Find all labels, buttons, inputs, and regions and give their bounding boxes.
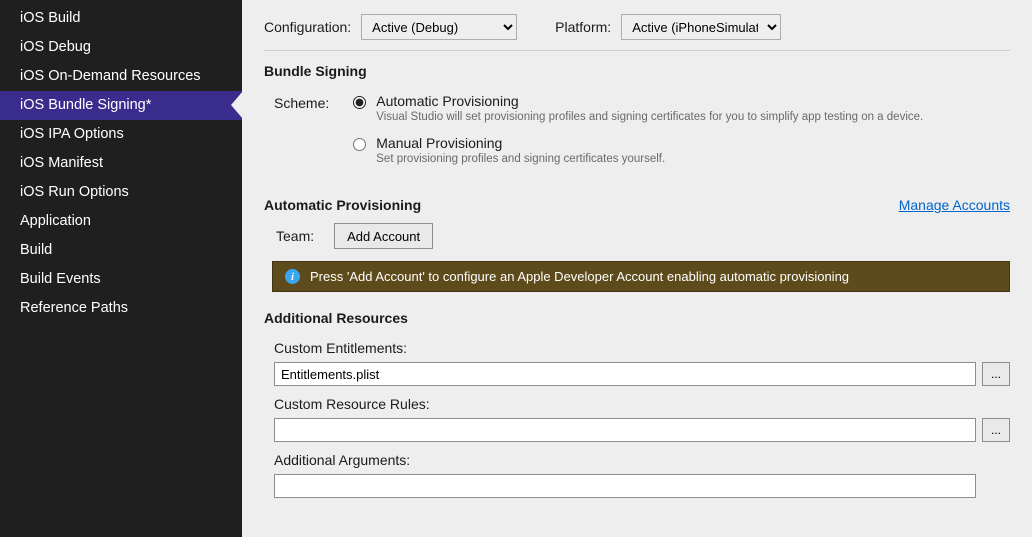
sidebar-item-ios-manifest[interactable]: iOS Manifest xyxy=(0,149,242,178)
sidebar-item-label: iOS IPA Options xyxy=(20,126,124,142)
scheme-manual-title: Manual Provisioning xyxy=(376,135,665,151)
sidebar-item-label: Reference Paths xyxy=(20,300,128,316)
team-label: Team: xyxy=(276,228,314,244)
sidebar-item-label: iOS Build xyxy=(20,10,80,26)
sidebar-item-build[interactable]: Build xyxy=(0,236,242,265)
sidebar-item-label: iOS Bundle Signing* xyxy=(20,97,151,113)
custom-entitlements-input[interactable] xyxy=(274,362,976,386)
automatic-provisioning-title: Automatic Provisioning xyxy=(264,197,421,213)
bundle-signing-title: Bundle Signing xyxy=(264,63,1010,79)
sidebar-item-ios-run[interactable]: iOS Run Options xyxy=(0,178,242,207)
sidebar-item-label: iOS On-Demand Resources xyxy=(20,68,201,84)
config-platform-row: Configuration: Active (Debug) Platform: … xyxy=(264,14,1010,40)
sidebar-item-application[interactable]: Application xyxy=(0,207,242,236)
custom-resource-rules-label: Custom Resource Rules: xyxy=(274,396,1010,412)
sidebar-item-ios-ondemand[interactable]: iOS On-Demand Resources xyxy=(0,62,242,91)
scheme-automatic-title: Automatic Provisioning xyxy=(376,93,923,109)
platform-label: Platform: xyxy=(555,19,611,35)
platform-select[interactable]: Active (iPhoneSimulator) xyxy=(621,14,781,40)
sidebar-item-label: Build xyxy=(20,242,52,258)
scheme-block: Scheme: Automatic Provisioning Visual St… xyxy=(274,93,1010,177)
info-bar: i Press 'Add Account' to configure an Ap… xyxy=(272,261,1010,292)
sidebar-item-label: iOS Run Options xyxy=(20,184,129,200)
additional-resources-title: Additional Resources xyxy=(264,310,1010,326)
sidebar-item-label: iOS Debug xyxy=(20,39,91,55)
team-row: Team: Add Account xyxy=(276,223,1010,249)
sidebar-item-ios-bundle-signing[interactable]: iOS Bundle Signing* xyxy=(0,91,242,120)
custom-resource-rules-input[interactable] xyxy=(274,418,976,442)
info-icon: i xyxy=(285,269,300,284)
configuration-select[interactable]: Active (Debug) xyxy=(361,14,517,40)
divider xyxy=(264,50,1010,51)
scheme-radio-manual[interactable] xyxy=(353,138,366,151)
scheme-option-automatic[interactable]: Automatic Provisioning Visual Studio wil… xyxy=(353,93,1010,123)
scheme-label: Scheme: xyxy=(274,93,329,177)
scheme-automatic-desc: Visual Studio will set provisioning prof… xyxy=(376,111,923,123)
sidebar-item-ios-build[interactable]: iOS Build xyxy=(0,4,242,33)
custom-entitlements-label: Custom Entitlements: xyxy=(274,340,1010,356)
sidebar-item-label: Build Events xyxy=(20,271,101,287)
configuration-label: Configuration: xyxy=(264,19,351,35)
sidebar-item-label: iOS Manifest xyxy=(20,155,103,171)
entitlements-browse-button[interactable]: ... xyxy=(982,362,1010,386)
additional-arguments-label: Additional Arguments: xyxy=(274,452,1010,468)
scheme-radio-automatic[interactable] xyxy=(353,96,366,109)
automatic-provisioning-header: Automatic Provisioning Manage Accounts xyxy=(264,197,1010,213)
sidebar-item-ios-ipa[interactable]: iOS IPA Options xyxy=(0,120,242,149)
sidebar-item-build-events[interactable]: Build Events xyxy=(0,265,242,294)
main-panel: Configuration: Active (Debug) Platform: … xyxy=(242,0,1032,537)
sidebar-item-label: Application xyxy=(20,213,91,229)
sidebar-item-ios-debug[interactable]: iOS Debug xyxy=(0,33,242,62)
scheme-manual-desc: Set provisioning profiles and signing ce… xyxy=(376,153,665,165)
scheme-option-manual[interactable]: Manual Provisioning Set provisioning pro… xyxy=(353,135,1010,165)
resource-rules-browse-button[interactable]: ... xyxy=(982,418,1010,442)
sidebar-item-reference-paths[interactable]: Reference Paths xyxy=(0,294,242,323)
add-account-button[interactable]: Add Account xyxy=(334,223,433,249)
additional-arguments-input[interactable] xyxy=(274,474,976,498)
sidebar: iOS Build iOS Debug iOS On-Demand Resour… xyxy=(0,0,242,537)
manage-accounts-link[interactable]: Manage Accounts xyxy=(899,197,1010,213)
info-message: Press 'Add Account' to configure an Appl… xyxy=(310,269,849,284)
